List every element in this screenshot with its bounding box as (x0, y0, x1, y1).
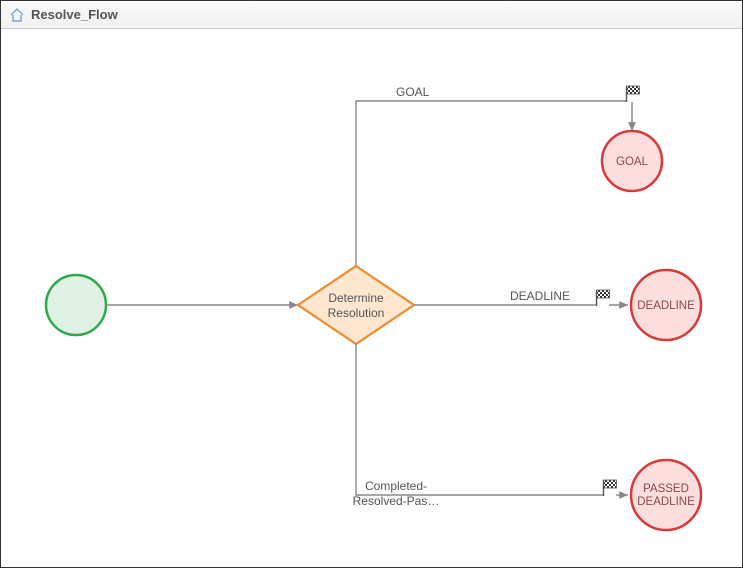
home-icon (9, 7, 25, 23)
flag-icon (604, 480, 617, 496)
edge-decision-goal: GOAL (356, 85, 640, 266)
flow-canvas[interactable]: Determine Resolution GOAL GOAL DEADLINE (1, 29, 742, 567)
goal-end-label: GOAL (616, 156, 649, 168)
decision-label-line1: Determine (328, 291, 384, 305)
flag-icon (597, 290, 610, 306)
passed-end-label-line2: DEADLINE (637, 496, 695, 508)
edge-decision-passed: Completed- Resolved-Pas… (353, 344, 628, 508)
decision-label-line2: Resolution (328, 306, 385, 320)
deadline-end-node[interactable]: DEADLINE (631, 270, 701, 340)
flow-canvas-frame: Resolve_Flow (0, 0, 743, 568)
edge-goal-label: GOAL (396, 85, 430, 99)
flag-icon (627, 86, 640, 102)
page-title: Resolve_Flow (31, 7, 118, 22)
start-node[interactable] (46, 275, 106, 335)
deadline-end-label: DEADLINE (637, 300, 695, 312)
edge-deadline-label: DEADLINE (510, 289, 570, 303)
goal-end-node[interactable]: GOAL (602, 131, 662, 191)
edge-decision-deadline: DEADLINE (414, 289, 628, 306)
header-bar: Resolve_Flow (1, 1, 742, 29)
passed-deadline-end-node[interactable]: PASSED DEADLINE (631, 460, 701, 530)
passed-end-label-line1: PASSED (643, 483, 689, 495)
decision-node[interactable]: Determine Resolution (298, 266, 414, 344)
edge-passed-label-line2: Resolved-Pas… (353, 494, 440, 508)
edge-passed-label-line1: Completed- (365, 479, 427, 493)
